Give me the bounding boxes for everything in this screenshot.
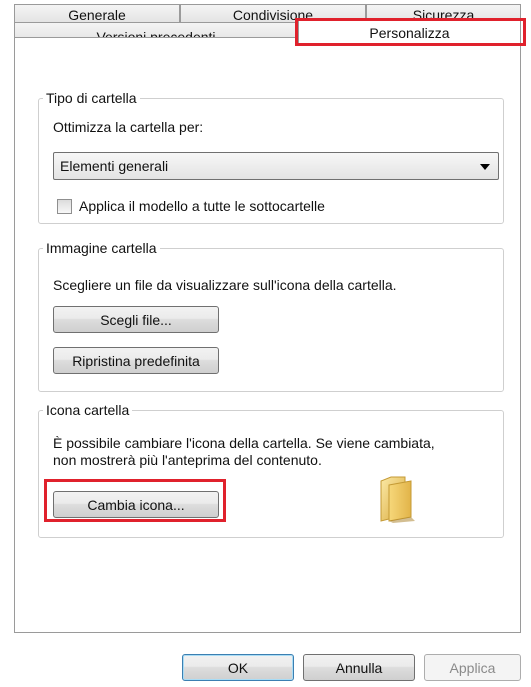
cancel-button[interactable]: Annulla <box>303 654 415 681</box>
properties-panel: Tipo di cartella Ottimizza la cartella p… <box>14 37 521 633</box>
folder-icon <box>380 476 415 523</box>
choose-file-button[interactable]: Scegli file... <box>53 306 219 333</box>
folder-image-description: Scegliere un file da visualizzare sull'i… <box>53 277 397 293</box>
apply-template-checkbox[interactable] <box>57 199 72 214</box>
apply-button[interactable]: Applica <box>424 654 521 681</box>
folder-type-selected-value: Elementi generali <box>60 158 169 174</box>
restore-default-button[interactable]: Ripristina predefinita <box>53 347 219 374</box>
apply-template-label[interactable]: Applica il modello a tutte le sottocarte… <box>79 198 325 214</box>
folder-type-select[interactable]: Elementi generali <box>53 152 499 180</box>
folder-icon-description-2: non mostrerà più l'anteprima del contenu… <box>53 452 322 468</box>
dropdown-arrow-icon <box>480 164 490 170</box>
folder-icon-legend: Icona cartella <box>46 402 130 418</box>
tab-generale[interactable]: Generale <box>14 4 180 24</box>
ok-button[interactable]: OK <box>182 654 294 681</box>
folder-image-legend: Immagine cartella <box>46 240 157 256</box>
change-icon-button[interactable]: Cambia icona... <box>53 491 219 518</box>
tab-personalizza[interactable]: Personalizza <box>298 20 521 44</box>
folder-icon-description-1: È possibile cambiare l'icona della carte… <box>53 435 435 451</box>
folder-type-legend: Tipo di cartella <box>46 90 137 106</box>
optimize-label: Ottimizza la cartella per: <box>53 119 204 135</box>
